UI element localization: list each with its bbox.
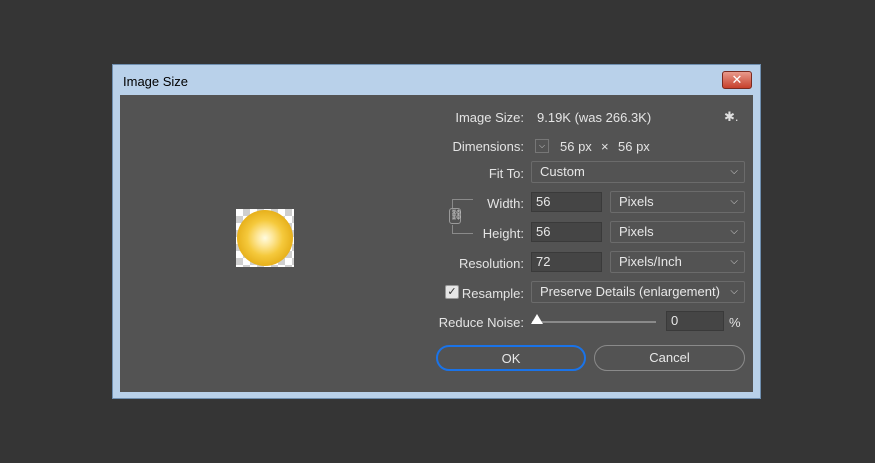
reduce-noise-slider-thumb[interactable] xyxy=(531,314,543,324)
chevron-down-icon: ⌵ xyxy=(730,226,738,237)
height-unit-value: Pixels xyxy=(619,224,654,239)
fit-to-label: Fit To: xyxy=(488,166,524,181)
dialog-body: Image Size: 9.19K (was 266.3K) ✱. Dimens… xyxy=(120,95,753,392)
resolution-label: Resolution: xyxy=(458,256,524,271)
resolution-unit-select[interactable]: Pixels/Inch ⌵ xyxy=(610,251,745,273)
width-label: Width: xyxy=(487,196,524,211)
height-unit-select[interactable]: Pixels ⌵ xyxy=(610,221,745,243)
close-button[interactable]: ✕ xyxy=(722,71,752,89)
chevron-down-icon: ⌵ xyxy=(730,196,738,207)
chevron-down-icon: ⌵ xyxy=(730,166,738,177)
chevron-down-icon: ⌵ xyxy=(538,141,546,150)
fit-to-select[interactable]: Custom ⌵ xyxy=(531,161,745,183)
image-preview[interactable] xyxy=(236,209,294,267)
cancel-button[interactable]: Cancel xyxy=(594,345,745,371)
fit-to-value: Custom xyxy=(540,164,585,179)
resample-label: Resample: xyxy=(461,286,524,301)
dimensions-label: Dimensions: xyxy=(452,139,524,154)
height-input[interactable]: 56 xyxy=(531,222,602,242)
title-bar[interactable]: Image Size ✕ xyxy=(113,65,760,95)
width-unit-select[interactable]: Pixels ⌵ xyxy=(610,191,745,213)
width-input[interactable]: 56 xyxy=(531,192,602,212)
dimensions-unit-dropdown[interactable]: ⌵ xyxy=(535,139,549,153)
reduce-noise-input[interactable]: 0 xyxy=(666,311,724,331)
resample-checkbox[interactable]: ✓ xyxy=(445,285,459,299)
image-size-dialog: Image Size ✕ Image Size: 9.19K (was 266.… xyxy=(112,64,761,399)
dialog-title: Image Size xyxy=(123,74,189,89)
preview-image xyxy=(237,210,293,266)
chevron-down-icon: ⌵ xyxy=(730,256,738,267)
image-size-label: Image Size: xyxy=(455,110,524,125)
resolution-unit-value: Pixels/Inch xyxy=(619,254,682,269)
ok-button-label: OK xyxy=(501,351,521,366)
reduce-noise-slider[interactable] xyxy=(532,321,656,323)
resample-method-select[interactable]: Preserve Details (enlargement) ⌵ xyxy=(531,281,745,303)
ok-button[interactable]: OK xyxy=(436,345,586,371)
chain-link-icon: ⛓ xyxy=(450,210,463,221)
image-size-value: 9.19K (was 266.3K) xyxy=(537,110,652,125)
resolution-input[interactable]: 72 xyxy=(531,252,602,272)
cancel-button-label: Cancel xyxy=(649,350,690,365)
height-label: Height: xyxy=(482,226,524,241)
dimensions-height-value: 56 px xyxy=(618,139,650,154)
resample-method-value: Preserve Details (enlargement) xyxy=(540,284,720,299)
checkmark-icon: ✓ xyxy=(447,286,457,298)
reduce-noise-unit: % xyxy=(729,315,741,330)
dimensions-width-value: 56 px xyxy=(560,139,592,154)
dimensions-times-sign: × xyxy=(601,139,609,154)
width-unit-value: Pixels xyxy=(619,194,654,209)
chevron-down-icon: ⌵ xyxy=(730,286,738,297)
reduce-noise-label: Reduce Noise: xyxy=(438,315,524,330)
gear-icon[interactable]: ✱. xyxy=(724,109,739,125)
close-icon: ✕ xyxy=(731,72,743,87)
